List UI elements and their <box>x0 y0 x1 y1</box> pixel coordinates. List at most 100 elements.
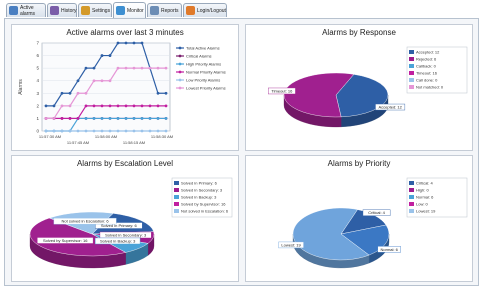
legend-swatch <box>409 57 414 61</box>
data-point <box>52 129 56 133</box>
data-point <box>92 66 96 70</box>
x-tick-label: 11:57:45 AM <box>67 140 89 145</box>
y-tick-label: 0 <box>36 129 39 134</box>
data-point <box>44 117 48 120</box>
legend-label: Accepted: 12 <box>416 50 440 55</box>
y-tick-label: 5 <box>36 66 39 71</box>
slice-label: Not solved in Escalation: 6 <box>62 219 110 224</box>
legend-swatch <box>409 195 414 199</box>
legend-swatch <box>409 71 414 75</box>
data-point <box>100 54 104 57</box>
legend-swatch <box>409 78 414 82</box>
data-point <box>84 66 88 70</box>
data-point <box>156 91 160 95</box>
data-point <box>68 91 72 95</box>
legend-label: Call done: 0 <box>416 78 438 83</box>
legend-label: Solved in Backup: 3 <box>181 195 217 200</box>
data-point <box>164 91 168 95</box>
data-point <box>84 91 88 95</box>
data-point <box>116 66 120 70</box>
data-point <box>140 66 144 70</box>
data-point <box>68 104 72 108</box>
tab-history[interactable]: History <box>47 3 77 17</box>
data-point <box>116 41 120 45</box>
data-point <box>124 66 128 70</box>
data-point <box>76 79 80 83</box>
login-icon <box>186 6 195 15</box>
data-point <box>60 91 64 95</box>
legend-label: Normal: 6 <box>416 195 434 200</box>
data-point <box>164 104 168 108</box>
legend-label: Lowest Priority Alarms <box>186 86 226 91</box>
legend-swatch <box>174 202 179 206</box>
data-point <box>164 117 168 120</box>
escalation-chart-panel: Alarms by Escalation Level Solved in Pri… <box>11 155 239 282</box>
priority-pie-chart: Critical: 4 Normal: 6 Lowest: 19 Critical: … <box>278 177 468 269</box>
legend-swatch <box>409 50 414 54</box>
tab-active-alarms[interactable]: Active alarms <box>6 3 46 17</box>
legend-marker <box>178 70 182 74</box>
data-point <box>140 41 144 45</box>
response-chart-panel: Alarms by Response Accepted: 12 Timeout: … <box>245 24 473 151</box>
legend-swatch <box>409 181 414 185</box>
legend-label: High Priority Alarms <box>186 62 221 67</box>
legend-swatch <box>174 188 179 192</box>
y-tick-label: 4 <box>36 78 39 83</box>
data-point <box>132 129 136 133</box>
data-point <box>132 66 136 70</box>
y-axis-label: Alarms <box>18 79 24 95</box>
legend-label: Timeout: 16 <box>416 71 438 76</box>
tab-reports[interactable]: Reports <box>147 3 182 17</box>
data-point <box>156 129 160 133</box>
legend-label: Solved in Primary: 6 <box>181 181 218 186</box>
data-point <box>60 129 64 133</box>
tab-bar: Active alarms History Settings Monitor R… <box>6 2 478 19</box>
y-tick-label: 7 <box>36 41 39 46</box>
data-point <box>116 104 120 108</box>
y-tick-label: 6 <box>36 53 39 58</box>
data-point <box>140 104 144 108</box>
legend-label: Not solved in Escalation: 6 <box>181 209 229 214</box>
tab-login-logout[interactable]: Login/Logout <box>183 3 227 17</box>
tab-label: Reports <box>161 7 179 14</box>
legend-swatch <box>174 181 179 185</box>
data-point <box>76 129 80 133</box>
tab-label: Monitor <box>127 7 144 14</box>
slice-label: Timeout: 16 <box>271 88 293 93</box>
data-point <box>148 129 152 133</box>
data-point <box>132 41 136 45</box>
y-tick-label: 2 <box>36 103 39 108</box>
data-point <box>164 129 168 133</box>
data-point <box>108 104 112 108</box>
data-point <box>108 117 112 120</box>
legend-swatch <box>409 85 414 89</box>
data-point <box>108 79 112 83</box>
active-alarms-chart-panel: Active alarms over last 3 minutes 012345… <box>11 24 239 151</box>
data-point <box>124 117 128 120</box>
monitor-icon <box>116 6 125 15</box>
legend-label: Callback: 0 <box>416 64 437 69</box>
legend-label: Low: 0 <box>416 202 429 207</box>
legend-marker <box>178 78 182 82</box>
slice-label: Critical: 4 <box>368 210 385 215</box>
legend-label: Lowest: 19 <box>416 209 436 214</box>
data-point <box>60 117 64 120</box>
legend-marker <box>178 62 182 66</box>
y-tick-label: 1 <box>36 116 39 121</box>
data-point <box>76 117 80 120</box>
tab-label: Login/Logout <box>197 7 226 14</box>
slice-label: Solved in Secondary: 3 <box>105 232 147 237</box>
data-point <box>44 129 48 133</box>
data-point <box>156 117 160 120</box>
data-point <box>84 104 88 108</box>
tab-monitor[interactable]: Monitor <box>113 2 146 18</box>
legend-label: Solved by Supervisor: 16 <box>181 202 226 207</box>
data-point <box>164 66 168 70</box>
legend-marker <box>178 46 182 50</box>
data-point <box>92 104 96 108</box>
legend-marker <box>178 54 182 58</box>
tab-settings[interactable]: Settings <box>78 3 112 17</box>
legend-swatch <box>174 209 179 213</box>
slice-label: Accepted: 12 <box>378 105 402 110</box>
legend-label: Not matched: 0 <box>416 85 444 90</box>
